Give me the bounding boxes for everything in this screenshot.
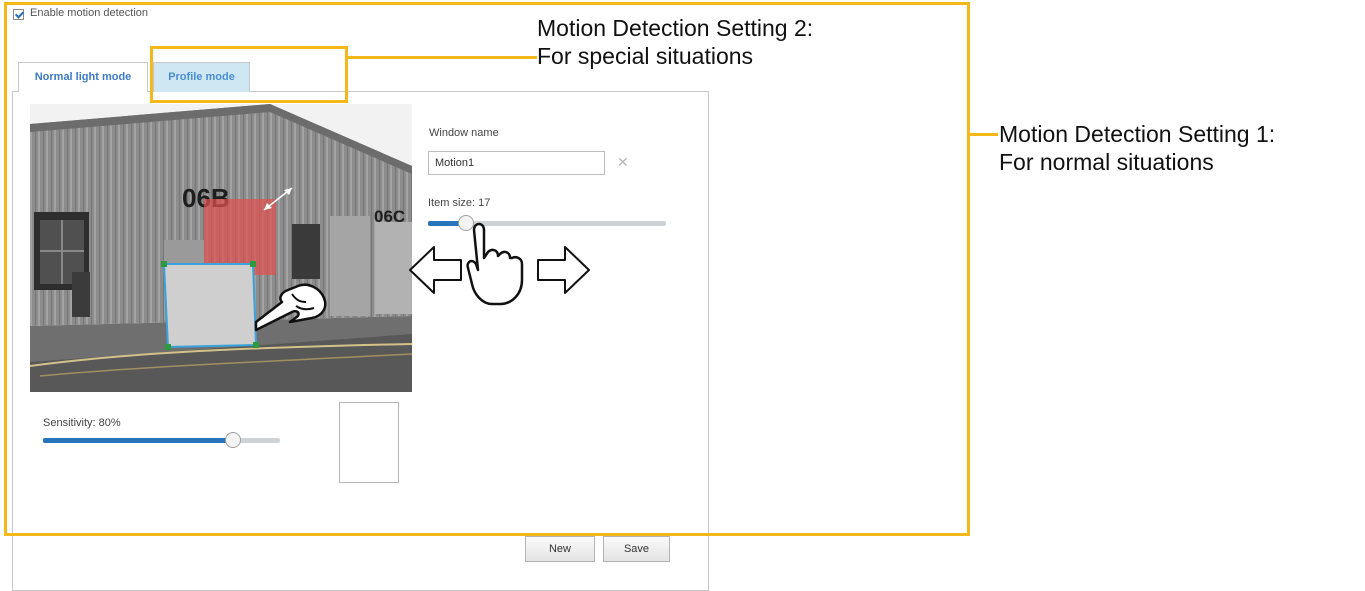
setting2-callout-line2: For special situations: [537, 43, 754, 69]
setting1-callout-line1: Motion Detection Setting 1:: [999, 121, 1276, 147]
setting1-highlight-box: [4, 2, 970, 536]
setting2-highlight-box: [150, 46, 348, 103]
setting2-callout: Motion Detection Setting 2: For special …: [537, 14, 813, 70]
setting1-callout: Motion Detection Setting 1: For normal s…: [999, 120, 1275, 176]
new-button[interactable]: New: [525, 536, 595, 562]
save-button[interactable]: Save: [603, 536, 670, 562]
setting1-connector: [970, 133, 998, 136]
setting1-callout-line2: For normal situations: [999, 149, 1214, 175]
setting2-connector: [348, 56, 537, 59]
setting2-callout-line1: Motion Detection Setting 2:: [537, 15, 814, 41]
